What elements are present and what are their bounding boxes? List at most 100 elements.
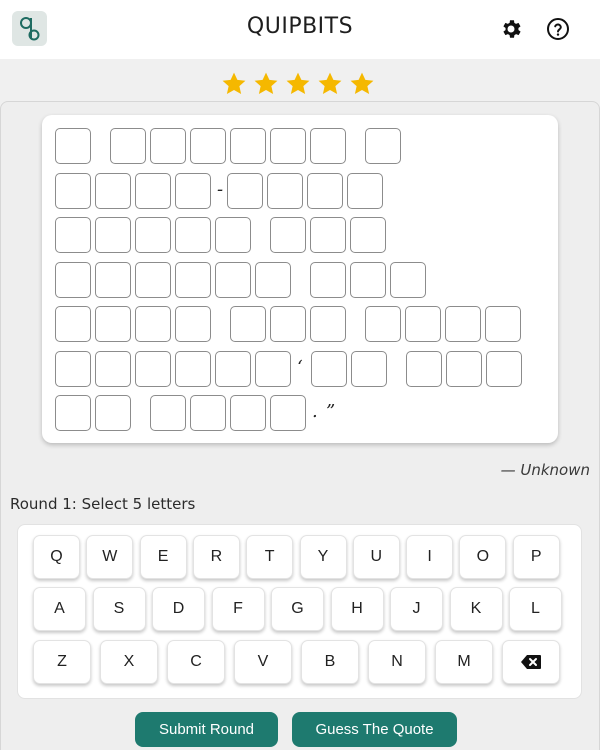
letter-tile[interactable]: [95, 350, 131, 387]
backspace-key[interactable]: [502, 640, 560, 684]
key-d[interactable]: D: [152, 587, 205, 631]
key-q[interactable]: Q: [33, 535, 80, 579]
letter-tile[interactable]: [215, 217, 251, 253]
letter-tile[interactable]: [267, 172, 303, 209]
letter-tile[interactable]: [405, 306, 441, 342]
letter-tile[interactable]: [350, 217, 386, 253]
letter-tile[interactable]: [55, 128, 91, 164]
letter-tile[interactable]: [486, 350, 522, 387]
key-c[interactable]: C: [167, 640, 225, 684]
letter-tile[interactable]: [150, 128, 186, 164]
letter-tile[interactable]: [310, 261, 346, 298]
key-v[interactable]: V: [234, 640, 292, 684]
key-n[interactable]: N: [368, 640, 426, 684]
letter-tile[interactable]: [215, 350, 251, 387]
key-z[interactable]: Z: [33, 640, 91, 684]
letter-tile[interactable]: [175, 350, 211, 387]
star-icon: [254, 72, 278, 95]
key-g[interactable]: G: [271, 587, 324, 631]
letter-tile[interactable]: [406, 350, 442, 387]
key-b[interactable]: B: [301, 640, 359, 684]
letter-tile[interactable]: [255, 261, 291, 298]
letter-tile[interactable]: [365, 306, 401, 342]
key-label: H: [351, 600, 363, 617]
letter-tile[interactable]: [55, 395, 91, 431]
letter-tile[interactable]: [175, 306, 211, 342]
key-t[interactable]: T: [246, 535, 294, 579]
letter-tile[interactable]: [215, 261, 251, 298]
letter-tile[interactable]: [230, 395, 266, 431]
key-j[interactable]: J: [390, 587, 443, 631]
key-x[interactable]: X: [100, 640, 158, 684]
key-label: Q: [50, 548, 63, 565]
letter-tile[interactable]: [135, 172, 171, 209]
letter-tile[interactable]: [190, 128, 226, 164]
letter-tile[interactable]: [135, 217, 171, 253]
key-a[interactable]: A: [33, 587, 86, 631]
letter-tile[interactable]: [270, 128, 306, 164]
letter-tile[interactable]: [55, 350, 91, 387]
key-e[interactable]: E: [139, 535, 187, 579]
key-i[interactable]: I: [406, 535, 454, 579]
letter-tile[interactable]: [310, 128, 346, 164]
letter-tile[interactable]: [270, 217, 306, 253]
letter-tile[interactable]: [485, 306, 521, 342]
letter-tile[interactable]: [230, 128, 266, 164]
quote-puzzle-card: - ‘. ”: [42, 115, 558, 443]
key-k[interactable]: K: [449, 587, 503, 631]
letter-tile[interactable]: [445, 306, 481, 342]
key-r[interactable]: R: [192, 535, 240, 579]
letter-tile[interactable]: [227, 172, 263, 209]
letter-tile[interactable]: [310, 306, 346, 342]
letter-tile[interactable]: [175, 261, 211, 298]
letter-tile[interactable]: [175, 172, 211, 209]
key-l[interactable]: L: [509, 587, 562, 631]
submit-round-button[interactable]: Submit Round: [135, 712, 278, 747]
letter-tile[interactable]: [95, 172, 131, 209]
letter-tile[interactable]: [55, 217, 91, 253]
letter-tile[interactable]: [150, 395, 186, 431]
letter-tile[interactable]: [55, 172, 91, 209]
help-button[interactable]: [545, 16, 571, 42]
letter-tile[interactable]: [95, 261, 131, 298]
key-h[interactable]: H: [330, 587, 384, 631]
key-w[interactable]: W: [86, 535, 134, 579]
key-label: A: [54, 600, 65, 617]
letter-tile[interactable]: [135, 261, 171, 298]
letter-tile[interactable]: [311, 350, 347, 387]
letter-tile[interactable]: [135, 306, 171, 342]
letter-tile[interactable]: [55, 261, 91, 298]
key-u[interactable]: U: [352, 535, 400, 579]
guess-quote-button[interactable]: Guess The Quote: [292, 712, 457, 747]
letter-tile[interactable]: [390, 261, 426, 298]
key-y[interactable]: Y: [299, 535, 347, 579]
key-label: W: [102, 548, 118, 565]
letter-tile[interactable]: [270, 395, 306, 431]
key-p[interactable]: P: [512, 535, 560, 579]
letter-tile[interactable]: [95, 217, 131, 253]
settings-button[interactable]: [498, 16, 524, 42]
letter-tile[interactable]: [307, 172, 343, 209]
letter-tile[interactable]: [55, 306, 91, 342]
letter-tile[interactable]: [310, 217, 346, 253]
letter-tile[interactable]: [95, 306, 131, 342]
letter-tile[interactable]: [175, 217, 211, 253]
letter-tile[interactable]: [270, 306, 306, 342]
backspace-icon: [521, 655, 541, 669]
letter-tile[interactable]: [135, 350, 171, 387]
letter-tile[interactable]: [347, 172, 383, 209]
key-m[interactable]: M: [435, 640, 493, 684]
letter-tile[interactable]: [365, 128, 401, 164]
letter-tile[interactable]: [351, 350, 387, 387]
letter-tile[interactable]: [110, 128, 146, 164]
key-s[interactable]: S: [92, 587, 146, 631]
key-o[interactable]: O: [459, 535, 507, 579]
star-icon: [350, 72, 374, 95]
letter-tile[interactable]: [95, 395, 131, 431]
letter-tile[interactable]: [446, 350, 482, 387]
letter-tile[interactable]: [255, 350, 291, 387]
letter-tile[interactable]: [190, 395, 226, 431]
letter-tile[interactable]: [230, 306, 266, 342]
letter-tile[interactable]: [350, 261, 386, 298]
key-f[interactable]: F: [211, 587, 265, 631]
